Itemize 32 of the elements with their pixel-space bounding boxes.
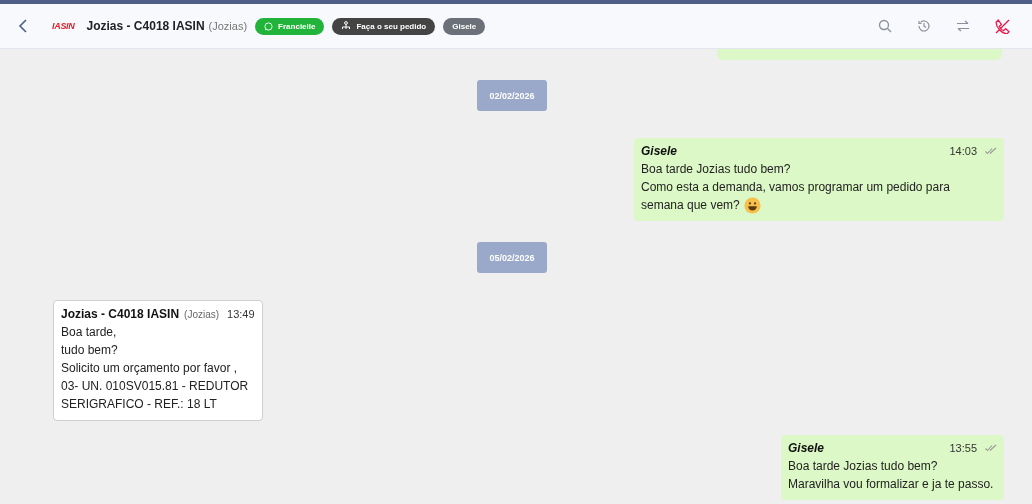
message-text: Maravilha vou formalizar e ja te passo.: [788, 476, 994, 493]
message-author: Gisele: [788, 441, 825, 455]
message-time: 13:49: [227, 308, 255, 320]
message-text: Boa tarde Jozias tudo bem?: [788, 458, 938, 475]
flow-icon: [341, 21, 352, 31]
message-author: Gisele: [641, 144, 678, 158]
tag[interactable]: Gisele: [443, 17, 486, 35]
double-check-icon: [985, 147, 997, 155]
contact-alias: (Jozias): [184, 308, 220, 320]
message-text: Boa tarde Jozias tudo bem?: [641, 161, 791, 178]
message-text: semana que vem?: [641, 197, 740, 214]
double-check-icon: [985, 444, 997, 452]
chevron-left-icon: [18, 19, 28, 33]
swap-arrows-icon: [956, 19, 970, 33]
message-text: 03- UN. 010SV015.81 - REDUTOR: [61, 378, 249, 395]
logo: IASIN: [52, 21, 75, 31]
message-time: 13:55: [949, 442, 977, 454]
search-icon: [878, 19, 892, 33]
tag[interactable]: Faça o seu pedido: [332, 17, 436, 35]
message-text: tudo bem?: [61, 342, 118, 359]
chat-icon: [264, 21, 274, 31]
message-author: Jozias - C4018 IASIN: [61, 307, 180, 321]
message-text: Solicito um orçamento por favor ,: [61, 360, 238, 377]
history-icon: [917, 19, 931, 33]
contact-alias: (Jozias): [208, 20, 248, 32]
phone-off-icon: [995, 18, 1010, 34]
message-time: 14:03: [949, 145, 977, 157]
message-text: SERIGRAFICO - REF.: 18 LT: [61, 396, 217, 413]
contact-name: Jozias - C4018 IASIN: [86, 19, 205, 33]
message-text: Boa tarde,: [61, 324, 117, 341]
tag[interactable]: Francielle: [255, 17, 325, 35]
message-text: Como esta a demanda, vamos programar um pedido para: [641, 179, 950, 196]
